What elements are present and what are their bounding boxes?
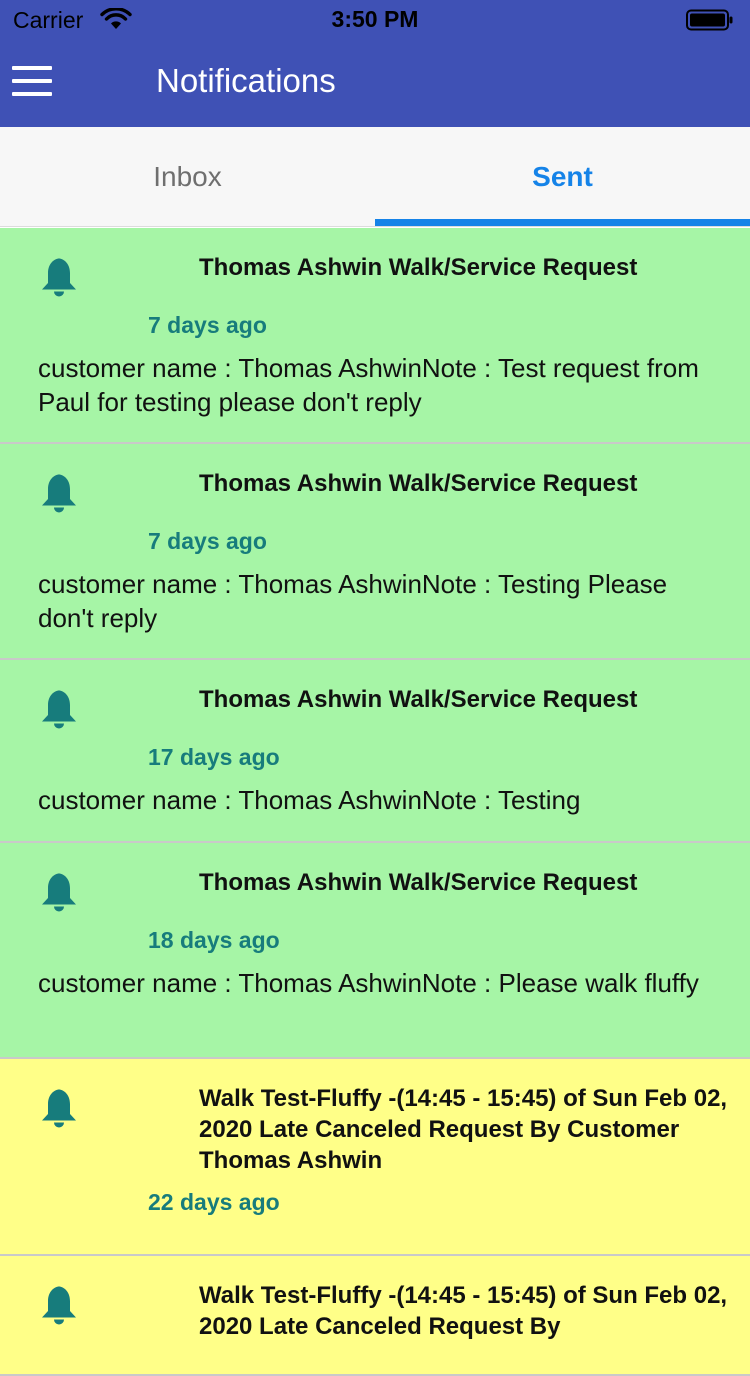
notification-item[interactable]: Thomas Ashwin Walk/Service Request 7 day… xyxy=(0,228,750,444)
notification-time: 7 days ago xyxy=(148,312,267,338)
bell-icon xyxy=(42,690,76,729)
bell-icon xyxy=(42,474,76,513)
notification-time: 17 days ago xyxy=(148,744,280,770)
bell-icon xyxy=(42,258,76,297)
notification-title: Thomas Ashwin Walk/Service Request xyxy=(199,470,638,497)
clock: 3:50 PM xyxy=(331,6,419,32)
notification-item[interactable]: Walk Test-Fluffy -(14:45 - 15:45) of Sun… xyxy=(0,1059,750,1256)
bell-icon xyxy=(42,1286,76,1325)
tab-bar: Inbox Sent xyxy=(0,127,750,227)
app-bar: Notifications xyxy=(0,40,750,127)
notification-time: 18 days ago xyxy=(148,927,280,953)
active-tab-indicator xyxy=(375,219,750,226)
page-title: Notifications xyxy=(156,62,336,99)
hamburger-menu-icon[interactable] xyxy=(12,66,52,96)
notification-title: Thomas Ashwin Walk/Service Request xyxy=(199,869,638,896)
notification-item[interactable]: Walk Test-Fluffy -(14:45 - 15:45) of Sun… xyxy=(0,1256,750,1376)
battery-icon xyxy=(686,9,733,31)
tab-sent[interactable]: Sent xyxy=(375,127,750,227)
notification-list: Thomas Ashwin Walk/Service Request 7 day… xyxy=(0,228,750,1376)
bell-icon xyxy=(42,873,76,912)
status-bar: Carrier 3:50 PM xyxy=(0,0,750,40)
notification-body: customer name : Thomas AshwinNote : Test… xyxy=(38,569,668,633)
notification-time: 7 days ago xyxy=(148,528,267,554)
notification-title: Thomas Ashwin Walk/Service Request xyxy=(199,686,638,713)
notification-time: 22 days ago xyxy=(148,1189,280,1215)
notification-body: customer name : Thomas AshwinNote : Test… xyxy=(38,353,699,417)
notification-title: Walk Test-Fluffy -(14:45 - 15:45) of Sun… xyxy=(199,1085,728,1174)
tab-inbox[interactable]: Inbox xyxy=(0,127,375,227)
notification-title: Walk Test-Fluffy -(14:45 - 15:45) of Sun… xyxy=(199,1282,728,1340)
notification-title: Thomas Ashwin Walk/Service Request xyxy=(199,254,638,281)
notification-item[interactable]: Thomas Ashwin Walk/Service Request 17 da… xyxy=(0,660,750,843)
notification-body: customer name : Thomas AshwinNote : Plea… xyxy=(38,968,699,998)
notification-item[interactable]: Thomas Ashwin Walk/Service Request 18 da… xyxy=(0,843,750,1059)
bell-icon xyxy=(42,1089,76,1128)
notification-item[interactable]: Thomas Ashwin Walk/Service Request 7 day… xyxy=(0,444,750,660)
notification-body: customer name : Thomas AshwinNote : Test… xyxy=(38,785,581,815)
